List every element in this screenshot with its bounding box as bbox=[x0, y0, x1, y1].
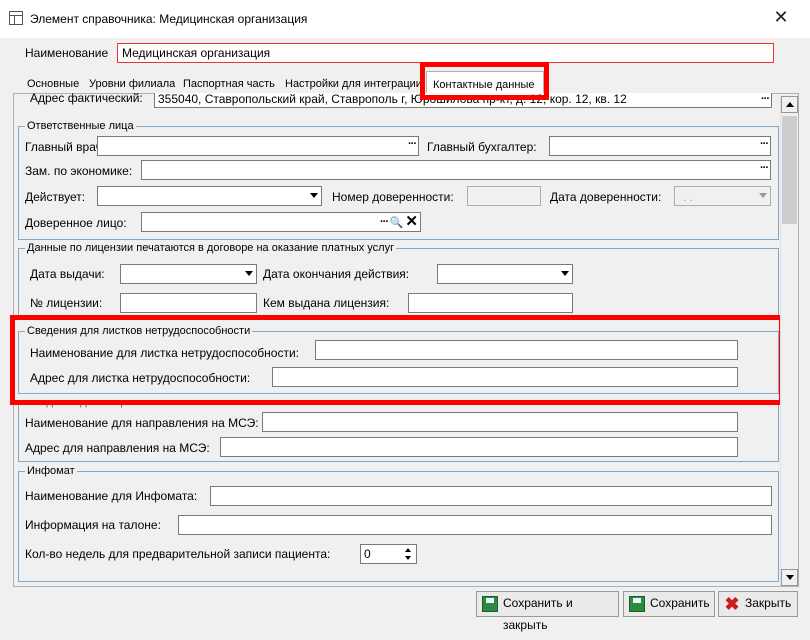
license-title: Данные по лицензии печатаются в договоре… bbox=[25, 242, 397, 254]
license-number-input[interactable] bbox=[120, 293, 257, 313]
weeks-label: Кол-во недель для предварительной записи… bbox=[25, 547, 331, 561]
select-dots-icon[interactable]: ··· bbox=[380, 216, 389, 228]
weeks-value: 0 bbox=[364, 547, 371, 561]
close-button[interactable]: ✖ Закрыть bbox=[718, 591, 798, 617]
ticket-info-input[interactable] bbox=[178, 515, 772, 535]
window-title: Элемент справочника: Медицинская организ… bbox=[30, 12, 308, 26]
poa-number-label: Номер доверенности: bbox=[332, 190, 454, 204]
acts-select[interactable] bbox=[97, 186, 322, 206]
poa-number-input bbox=[467, 186, 541, 206]
infomat-name-label: Наименование для Инфомата: bbox=[25, 489, 198, 503]
floppy-save-icon bbox=[482, 596, 498, 612]
trusted-person-label: Доверенное лицо: bbox=[25, 216, 127, 230]
vertical-scrollbar[interactable] bbox=[780, 96, 798, 586]
save-label: Сохранить bbox=[650, 596, 710, 610]
issued-by-input[interactable] bbox=[408, 293, 573, 313]
floppy-save-icon bbox=[629, 596, 645, 612]
chief-accountant-input[interactable]: ··· bbox=[549, 136, 771, 156]
select-dots-icon[interactable]: ··· bbox=[408, 137, 417, 152]
address-value: 355040, Ставропольский край, Ставрополь … bbox=[158, 93, 627, 106]
highlight-sick-leave bbox=[10, 315, 784, 405]
poa-date-input: . . bbox=[674, 186, 771, 206]
tab-branch-levels[interactable]: Уровни филиала bbox=[84, 75, 182, 93]
tab-main[interactable]: Основные bbox=[22, 75, 86, 93]
poa-date-label: Дата доверенности: bbox=[550, 190, 662, 204]
chevron-down-icon[interactable] bbox=[310, 193, 318, 198]
spinner-arrows-icon[interactable] bbox=[403, 546, 415, 562]
issue-date-select[interactable] bbox=[120, 264, 257, 284]
save-button[interactable]: Сохранить bbox=[623, 591, 715, 617]
ticket-info-label: Информация на талоне: bbox=[25, 518, 161, 532]
scroll-thumb[interactable] bbox=[782, 116, 797, 224]
trusted-person-actions: ··· 🔍 ✕ bbox=[380, 213, 418, 231]
address-label: Адрес фактический: bbox=[30, 93, 143, 105]
close-x-icon: ✖ bbox=[724, 594, 740, 614]
name-input[interactable]: Медицинская организация bbox=[117, 43, 774, 63]
select-dots-icon[interactable]: ··· bbox=[760, 161, 769, 176]
infomat-name-input[interactable] bbox=[210, 486, 772, 506]
title-bar: Элемент справочника: Медицинская организ… bbox=[0, 0, 810, 38]
mse-address-label: Адрес для направления на МСЭ: bbox=[25, 441, 210, 455]
tab-passport[interactable]: Паспортная часть bbox=[178, 75, 281, 93]
chevron-down-icon[interactable] bbox=[561, 271, 569, 276]
issued-by-label: Кем выдана лицензия: bbox=[263, 296, 390, 310]
chief-doctor-input[interactable]: ··· bbox=[97, 136, 419, 156]
scroll-up-icon[interactable] bbox=[781, 96, 798, 113]
search-icon[interactable]: 🔍 bbox=[390, 216, 404, 229]
mse-name-label: Наименование для направления на МСЭ: bbox=[25, 416, 259, 430]
deputy-economics-input[interactable]: ··· bbox=[141, 160, 771, 180]
mse-address-input[interactable] bbox=[220, 437, 738, 457]
poa-date-value: . . bbox=[683, 190, 694, 204]
highlight-contacts-tab bbox=[420, 62, 549, 100]
weeks-spinner[interactable]: 0 bbox=[360, 544, 417, 564]
expiry-date-label: Дата окончания действия: bbox=[263, 267, 410, 281]
chevron-down-icon[interactable] bbox=[245, 271, 253, 276]
scroll-down-icon[interactable] bbox=[781, 569, 798, 586]
name-label: Наименование bbox=[25, 46, 109, 60]
address-row: Адрес фактический: 355040, Ставропольски… bbox=[22, 93, 778, 112]
license-number-label: № лицензии: bbox=[30, 296, 103, 310]
expiry-date-select[interactable] bbox=[437, 264, 573, 284]
table-icon bbox=[9, 11, 23, 25]
select-dots-icon[interactable]: ··· bbox=[761, 93, 770, 107]
close-window-icon[interactable]: ✕ bbox=[771, 6, 791, 28]
acts-label: Действует: bbox=[25, 190, 86, 204]
select-dots-icon[interactable]: ··· bbox=[760, 137, 769, 152]
trusted-person-input[interactable]: ··· 🔍 ✕ bbox=[141, 212, 421, 232]
close-label: Закрыть bbox=[745, 596, 792, 610]
save-and-close-button[interactable]: Сохранить и закрыть bbox=[476, 591, 619, 632]
chief-accountant-label: Главный бухгалтер: bbox=[427, 140, 537, 154]
tab-integration-settings[interactable]: Настройки для интеграции bbox=[280, 75, 422, 93]
infomat-title: Инфомат bbox=[25, 465, 77, 477]
responsible-title: Ответственные лица bbox=[25, 120, 136, 132]
mse-name-input[interactable] bbox=[262, 412, 738, 432]
clear-icon[interactable]: ✕ bbox=[405, 214, 418, 229]
chevron-down-icon bbox=[759, 193, 767, 198]
deputy-economics-label: Зам. по экономике: bbox=[25, 164, 133, 178]
chief-doctor-label: Главный врач: bbox=[25, 140, 106, 154]
issue-date-label: Дата выдачи: bbox=[30, 267, 105, 281]
